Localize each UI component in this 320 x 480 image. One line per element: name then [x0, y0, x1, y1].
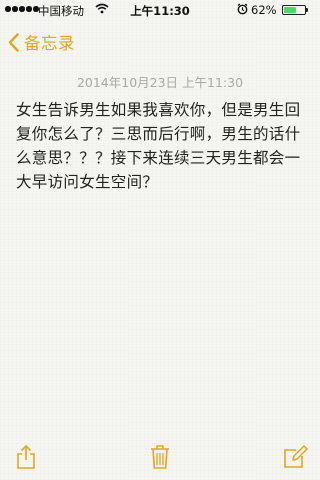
battery-icon — [282, 5, 306, 15]
compose-icon[interactable] — [281, 443, 309, 471]
battery-level-fill — [284, 7, 297, 13]
alarm-clock-icon — [237, 3, 248, 18]
share-icon[interactable] — [12, 443, 40, 471]
trash-icon[interactable] — [146, 443, 174, 471]
back-button-label: 备忘录 — [24, 34, 75, 53]
note-date: 2014年10月23日 上午11:30 — [76, 75, 244, 90]
battery-tip — [306, 8, 308, 12]
battery-percentage: 62% — [251, 3, 277, 17]
chevron-left-icon — [8, 32, 19, 52]
status-bar: 中国移动 上午11:30 62% — [0, 0, 320, 20]
back-button[interactable]: 备忘录 — [8, 30, 75, 54]
note-body-text[interactable]: 女生告诉男生如果我喜欢你，但是男生回复你怎么了？三思而后行啊，男生的话什么意思？… — [16, 98, 308, 194]
